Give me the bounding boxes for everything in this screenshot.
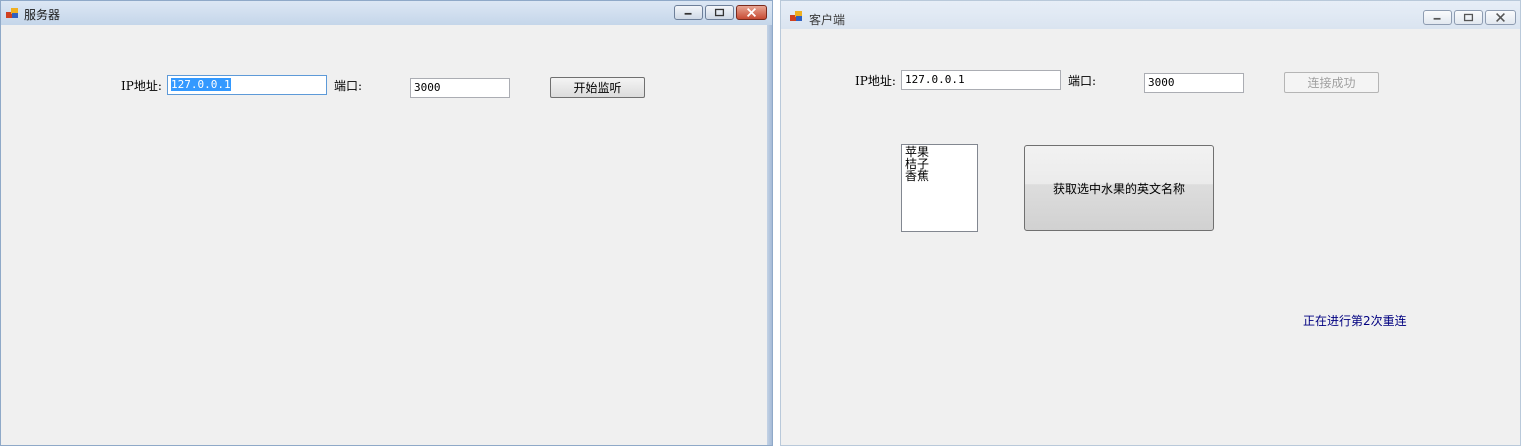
maximize-icon [1463,13,1474,22]
ip-input[interactable]: 127.0.0.1 [167,75,327,95]
app-icon [790,11,802,21]
client-titlebar[interactable]: 客户端 [781,1,1520,29]
minimize-button[interactable] [1423,10,1452,25]
ip-label: IP地址: [121,79,162,93]
ip-input-value: 127.0.0.1 [171,78,231,91]
app-icon [6,8,18,18]
maximize-button[interactable] [1454,10,1483,25]
ip-input[interactable]: 127.0.0.1 [901,70,1061,90]
maximize-icon [714,8,725,17]
port-label: 端口: [334,79,363,93]
maximize-button[interactable] [705,5,734,20]
ip-label: IP地址: [855,74,896,88]
close-icon [1496,13,1505,22]
list-item[interactable]: 香蕉 [905,170,974,182]
start-listen-button[interactable]: 开始监听 [550,77,645,98]
server-window: 服务器 IP地址: 127.0.0.1 端口: 3000 开始监听 [0,0,773,446]
client-window: 客户端 IP地址: 127.0.0.1 端口: 3000 连接成功 苹果 桔子 … [780,0,1521,446]
close-button[interactable] [1485,10,1516,25]
server-titlebar[interactable]: 服务器 [1,1,772,25]
window-title: 客户端 [809,13,846,27]
port-label: 端口: [1068,74,1097,88]
port-input[interactable]: 3000 [1144,73,1244,93]
status-label: 正在进行第2次重连 [1303,314,1407,328]
minimize-button[interactable] [674,5,703,20]
close-icon [746,7,757,18]
fruit-listbox[interactable]: 苹果 桔子 香蕉 [901,144,978,232]
connect-button[interactable]: 连接成功 [1284,72,1379,93]
window-title: 服务器 [24,8,61,22]
window-frame [767,25,772,445]
minimize-icon [684,12,692,15]
fetch-english-name-button[interactable]: 获取选中水果的英文名称 [1024,145,1214,231]
minimize-icon [1433,17,1441,20]
port-input[interactable]: 3000 [410,78,510,98]
close-button[interactable] [736,5,767,20]
